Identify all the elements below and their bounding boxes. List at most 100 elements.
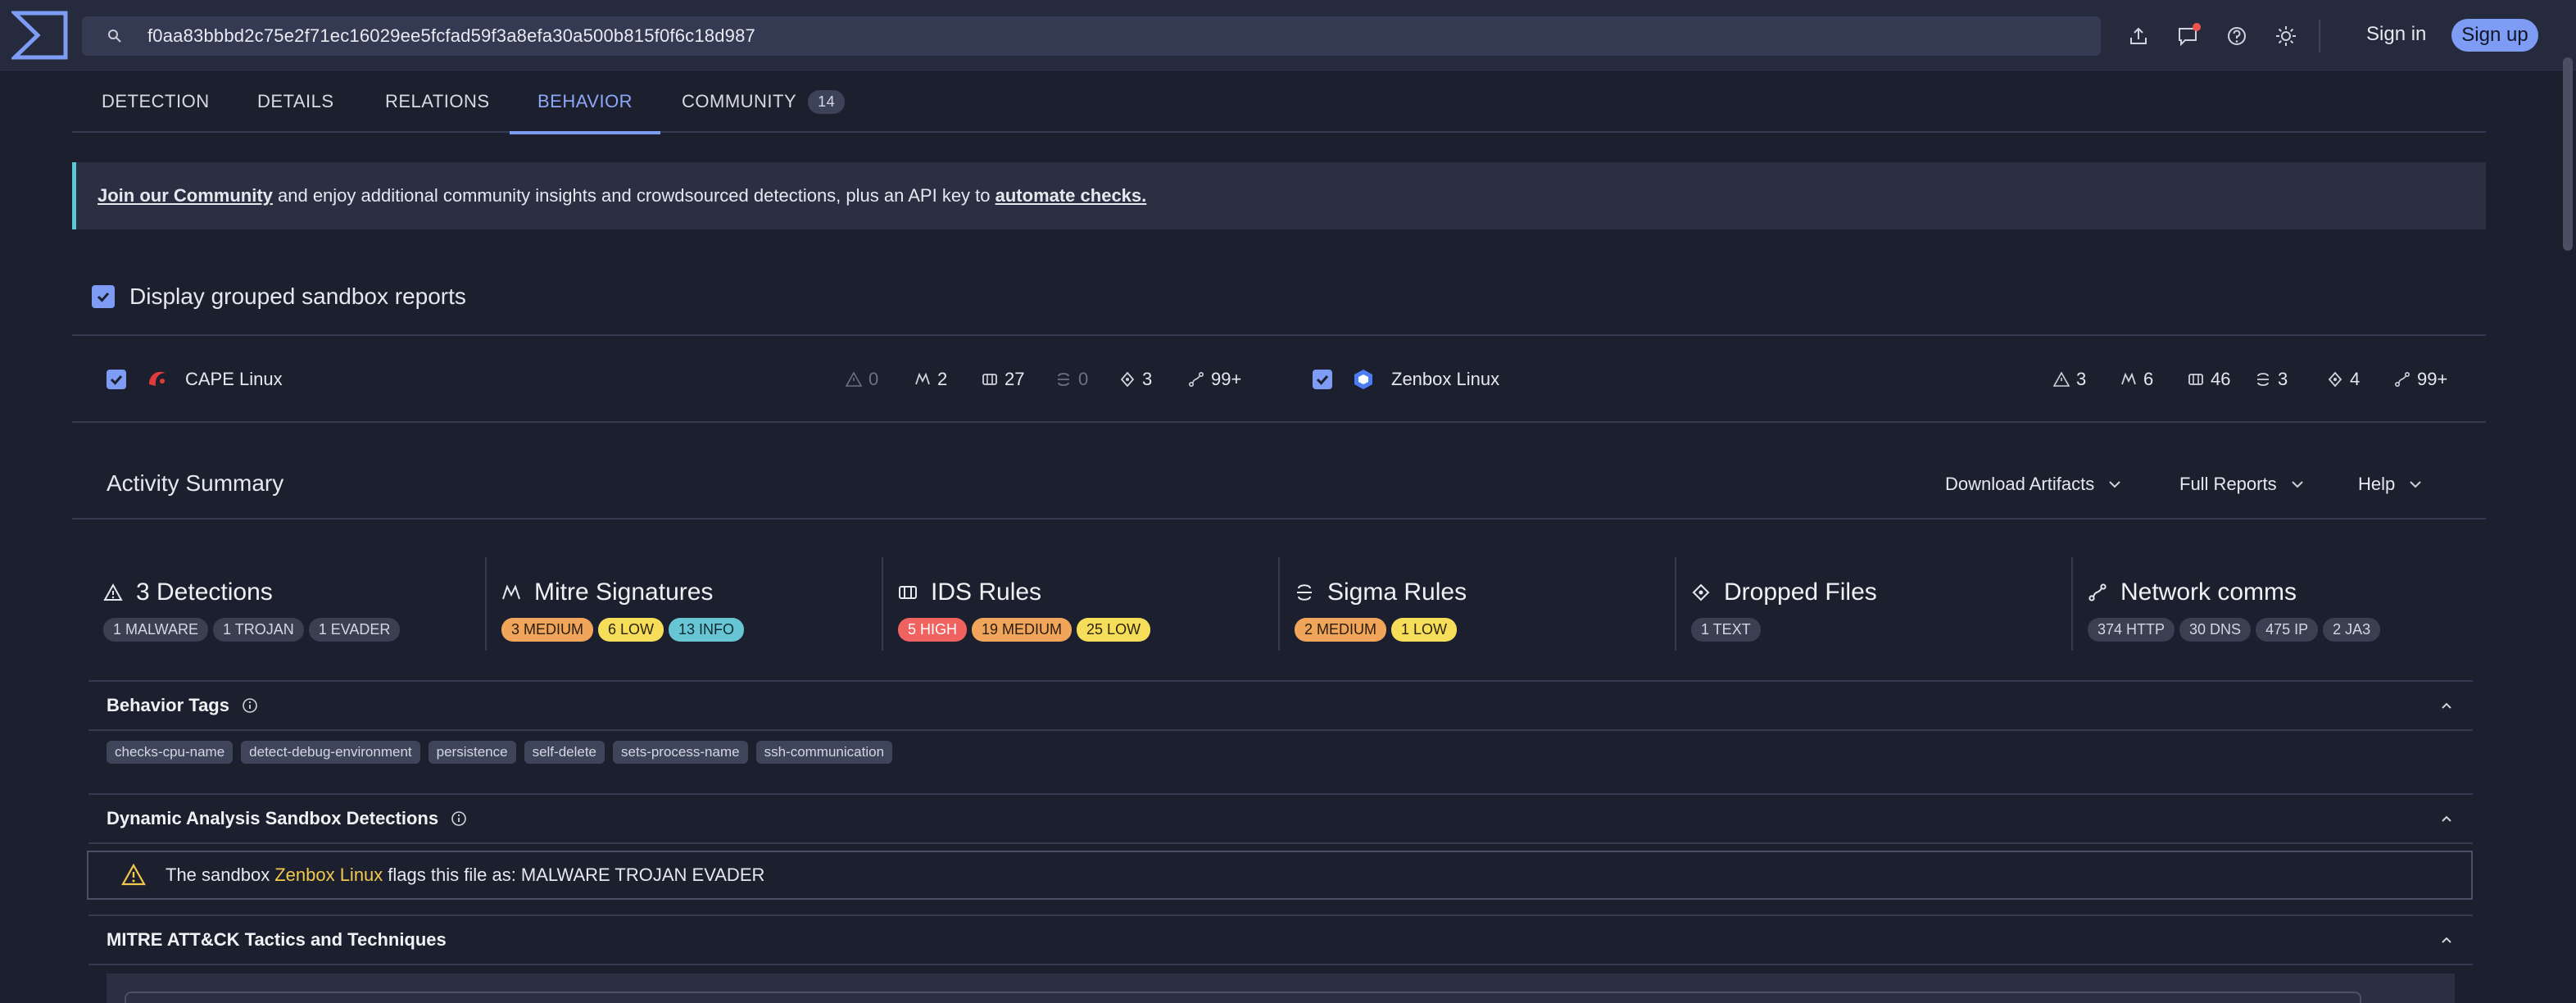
cape-detections-stat: 0 [846, 369, 878, 390]
mitre-inner-box [125, 992, 2361, 1003]
group-sandbox-label: Display grouped sandbox reports [129, 284, 466, 309]
detections-card[interactable]: 3 Detections 1 MALWARE 1 TROJAN 1 EVADER [103, 557, 480, 651]
behavior-tag[interactable]: ssh-communication [755, 741, 893, 764]
pill-medium: 19 MEDIUM [972, 618, 1073, 642]
tab-relations[interactable]: RELATIONS [385, 70, 490, 133]
network-icon [2088, 583, 2107, 601]
community-count-badge: 14 [808, 89, 846, 114]
dropped-files-icon [2328, 371, 2342, 388]
help-dropdown[interactable]: Help [2358, 474, 2424, 495]
divider [72, 518, 2486, 520]
zenbox-logo-icon [1352, 368, 1375, 391]
alert-prefix: The sandbox [166, 865, 270, 885]
cape-mitre-stat: 2 [914, 369, 947, 390]
behavior-tags-title: Behavior Tags [107, 695, 229, 715]
join-community-link[interactable]: Join our Community [98, 185, 273, 206]
download-artifacts-dropdown[interactable]: Download Artifacts [1945, 474, 2124, 495]
card-divider [1278, 557, 1280, 651]
search-input[interactable]: f0aa83bbbd2c75e2f71ec16029ee5fcfad59f3a8… [147, 25, 755, 47]
cape-logo-icon [146, 368, 169, 391]
behavior-tag[interactable]: self-delete [524, 741, 605, 764]
zenbox-ids-stat: 46 [2188, 369, 2230, 390]
zenbox-linux-checkbox[interactable] [1313, 370, 1332, 389]
tab-community-label: COMMUNITY [682, 91, 797, 111]
behavior-tags-section[interactable]: Behavior Tags [88, 680, 2473, 731]
full-reports-label: Full Reports [2179, 474, 2277, 494]
card-divider [2071, 557, 2073, 651]
mitre-signatures-card[interactable]: Mitre Signatures 3 MEDIUM 6 LOW 13 INFO [501, 557, 878, 651]
upload-icon[interactable] [2122, 20, 2155, 52]
mitre-icon [915, 372, 930, 385]
info-icon[interactable] [450, 810, 468, 828]
pill-evader: 1 EVADER [308, 618, 401, 642]
dropped-files-card[interactable]: Dropped Files 1 TEXT [1691, 557, 2068, 651]
tab-behavior[interactable]: BEHAVIOR [509, 70, 661, 134]
network-comms-card[interactable]: Network comms 374 HTTP 30 DNS 475 IP 2 J… [2088, 557, 2465, 651]
theme-toggle-icon[interactable] [2270, 20, 2302, 52]
pill-low: 25 LOW [1077, 618, 1151, 642]
zenbox-mitre-stat: 6 [2120, 369, 2153, 390]
warning-icon [103, 583, 123, 601]
automate-checks-link[interactable]: automate checks. [995, 185, 1147, 206]
community-banner: Join our Community and enjoy additional … [72, 162, 2486, 229]
ids-rules-card[interactable]: IDS Rules 5 HIGH 19 MEDIUM 25 LOW [898, 557, 1275, 651]
dropped-files-title: Dropped Files [1724, 579, 1877, 606]
behavior-tag-list: checks-cpu-name detect-debug-environment… [107, 741, 900, 764]
cape-dropped-stat: 3 [1119, 369, 1152, 390]
help-icon[interactable] [2220, 20, 2253, 52]
tab-community[interactable]: COMMUNITY 14 [682, 70, 846, 133]
sign-in-link[interactable]: Sign in [2366, 23, 2426, 46]
tab-details[interactable]: DETAILS [257, 70, 334, 133]
cape-linux-checkbox[interactable] [107, 370, 126, 389]
chevron-up-icon[interactable] [2438, 698, 2455, 715]
behavior-tag[interactable]: checks-cpu-name [107, 741, 234, 764]
behavior-tag[interactable]: persistence [428, 741, 516, 764]
search-icon [107, 28, 123, 44]
pill-medium: 3 MEDIUM [501, 618, 594, 642]
tab-detection[interactable]: DETECTION [102, 70, 210, 133]
group-sandbox-toggle[interactable]: Display grouped sandbox reports [92, 284, 466, 310]
top-bar: f0aa83bbbd2c75e2f71ec16029ee5fcfad59f3a8… [0, 0, 2576, 70]
full-reports-dropdown[interactable]: Full Reports [2179, 474, 2306, 495]
page-scrollbar[interactable] [2563, 57, 2573, 251]
warning-icon [846, 371, 862, 387]
sigma-icon [1297, 584, 1312, 601]
virustotal-logo-icon[interactable] [9, 10, 69, 61]
alert-suffix: flags this file as: MALWARE TROJAN EVADE… [388, 865, 765, 885]
search-box[interactable]: f0aa83bbbd2c75e2f71ec16029ee5fcfad59f3a8… [82, 16, 2101, 56]
pill-low: 1 LOW [1391, 618, 1458, 642]
group-sandbox-checkbox[interactable] [92, 285, 115, 308]
zenbox-linux-name[interactable]: Zenbox Linux [1391, 369, 1499, 390]
card-divider [882, 557, 883, 651]
info-icon[interactable] [241, 697, 259, 715]
behavior-tag[interactable]: detect-debug-environment [241, 741, 420, 764]
download-artifacts-label: Download Artifacts [1945, 474, 2095, 494]
dynamic-analysis-title: Dynamic Analysis Sandbox Detections [107, 808, 439, 828]
sigma-rules-card[interactable]: Sigma Rules 2 MEDIUM 1 LOW [1295, 557, 1671, 651]
report-tabs: DETECTION DETAILS RELATIONS BEHAVIOR COM… [72, 70, 2486, 134]
chevron-up-icon[interactable] [2438, 933, 2455, 949]
activity-summary-title: Activity Summary [107, 470, 284, 496]
ids-rules-title: IDS Rules [931, 579, 1042, 606]
mitre-attack-section[interactable]: MITRE ATT&CK Tactics and Techniques [88, 914, 2473, 965]
pill-ip: 475 IP [2256, 618, 2319, 642]
pill-dns: 30 DNS [2179, 618, 2252, 642]
tab-behavior-label: BEHAVIOR [537, 91, 633, 111]
pill-text: 1 TEXT [1691, 618, 1761, 642]
chevron-up-icon[interactable] [2438, 811, 2455, 828]
cape-linux-name[interactable]: CAPE Linux [185, 369, 283, 390]
pill-low: 6 LOW [598, 618, 664, 642]
help-label: Help [2358, 474, 2396, 494]
dynamic-analysis-section[interactable]: Dynamic Analysis Sandbox Detections [88, 793, 2473, 844]
sandbox-detection-alert: The sandbox Zenbox Linux flags this file… [87, 851, 2473, 900]
sigma-icon [1058, 373, 1069, 386]
sigma-icon [2257, 373, 2269, 386]
sigma-rules-title: Sigma Rules [1327, 579, 1467, 606]
warning-icon [121, 863, 146, 886]
mitre-signatures-title: Mitre Signatures [534, 579, 714, 606]
alert-sandbox-link[interactable]: Zenbox Linux [274, 865, 383, 886]
behavior-tag[interactable]: sets-process-name [613, 741, 748, 764]
sign-up-button[interactable]: Sign up [2451, 19, 2538, 52]
pill-high: 5 HIGH [898, 618, 968, 642]
notifications-icon[interactable] [2171, 20, 2204, 52]
